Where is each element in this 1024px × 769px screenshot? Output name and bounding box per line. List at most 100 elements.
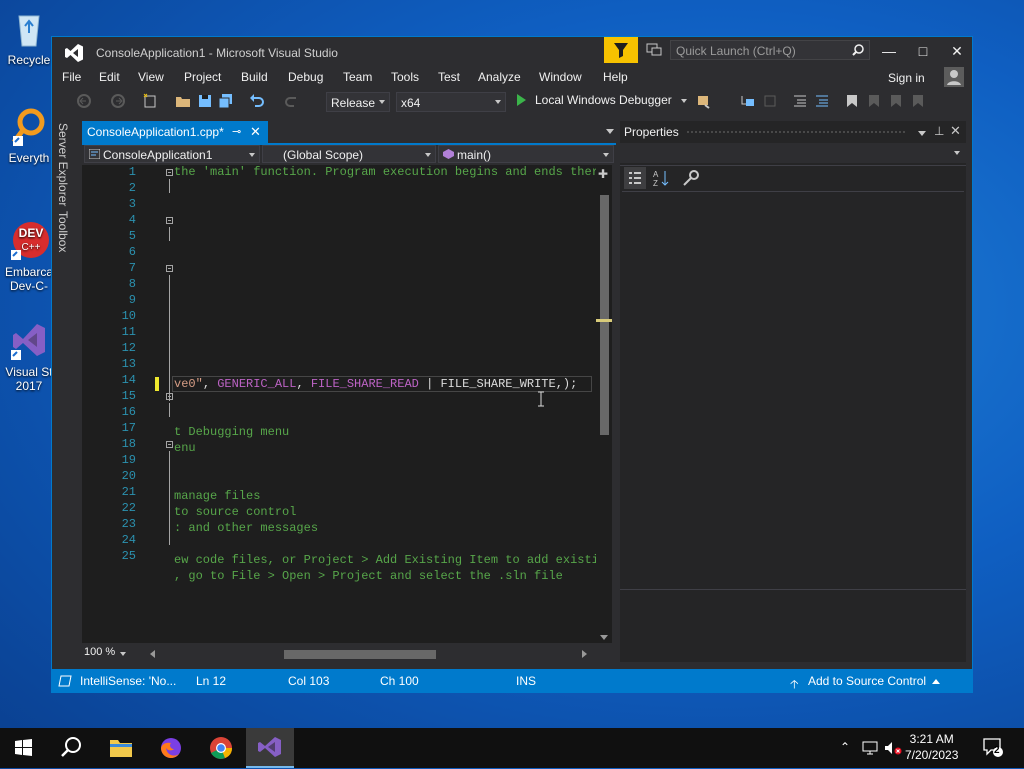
- close-button[interactable]: ✕: [940, 39, 974, 63]
- menu-project[interactable]: Project: [184, 70, 221, 84]
- status-bar: IntelliSense: 'No... Ln 12 Col 103 Ch 10…: [52, 669, 972, 693]
- new-project-icon[interactable]: [142, 93, 158, 109]
- quick-launch-input[interactable]: Quick Launch (Ctrl+Q): [670, 40, 870, 60]
- file-explorer-icon[interactable]: [98, 728, 144, 768]
- redo-icon[interactable]: [284, 93, 300, 109]
- scroll-marker: [596, 319, 612, 322]
- show-hidden-icons-chevron-icon[interactable]: ⌃: [840, 740, 850, 754]
- split-window-icon[interactable]: ✚: [598, 167, 608, 181]
- editor-vertical-scrollbar[interactable]: ✚: [596, 165, 612, 643]
- start-debugging-button[interactable]: Local Windows Debugger: [517, 93, 688, 107]
- solution-platform-select[interactable]: x64: [396, 92, 506, 112]
- tab-list-dropdown-icon[interactable]: [606, 129, 614, 134]
- clock-date: 7/20/2023: [905, 748, 959, 762]
- search-icon: [852, 44, 864, 56]
- scroll-down-icon[interactable]: [600, 635, 608, 640]
- solution-configuration-select[interactable]: Release: [326, 92, 390, 112]
- global-scope-select[interactable]: (Global Scope): [262, 145, 436, 163]
- desktop-icon-recycle-bin[interactable]: Recycle: [0, 8, 58, 67]
- code-macro: GENERIC_ALL: [217, 377, 297, 391]
- navigate-back-icon[interactable]: [76, 93, 92, 109]
- taskbar-visual-studio-active[interactable]: [246, 728, 294, 768]
- panel-dropdown-icon[interactable]: [918, 131, 926, 136]
- system-clock[interactable]: 3:21 AM 7/20/2023: [905, 731, 958, 763]
- project-scope-select[interactable]: ConsoleApplication1: [84, 145, 260, 163]
- panel-close-icon[interactable]: ✕: [950, 123, 961, 139]
- search-icon[interactable]: [48, 728, 94, 768]
- desktop-icon-everything[interactable]: Everyth: [0, 106, 58, 165]
- bookmark-icon[interactable]: [844, 93, 860, 109]
- intellisense-status[interactable]: IntelliSense: 'No...: [80, 674, 176, 688]
- sign-in-link[interactable]: Sign in: [888, 71, 925, 85]
- menu-tools[interactable]: Tools: [391, 70, 419, 84]
- menu-team[interactable]: Team: [343, 70, 372, 84]
- maximize-button[interactable]: □: [906, 39, 940, 63]
- action-center-icon[interactable]: 2: [982, 736, 1004, 758]
- code-line-1: the 'main' function. Program execution b…: [174, 165, 596, 179]
- char-indicator: Ch 100: [380, 674, 419, 688]
- code-string: ve0": [174, 377, 203, 391]
- categorized-icon[interactable]: [624, 167, 646, 189]
- undo-icon[interactable]: [249, 93, 265, 109]
- comment-out-icon[interactable]: [792, 93, 808, 109]
- firefox-icon[interactable]: [148, 728, 194, 768]
- navigate-forward-icon[interactable]: [110, 93, 126, 109]
- properties-object-select[interactable]: [620, 143, 966, 163]
- tab-consoleapplication1-cpp[interactable]: ConsoleApplication1.cpp* ⊸ ✕: [82, 121, 268, 143]
- save-icon[interactable]: [197, 93, 213, 109]
- title-bar[interactable]: ConsoleApplication1 - Microsoft Visual S…: [52, 37, 972, 67]
- vs-logo-icon: [65, 44, 83, 62]
- server-explorer-tab[interactable]: Server Explorer: [56, 123, 70, 206]
- desktop-icon-dev-cpp[interactable]: DEV C++ Embarca Dev-C-: [0, 206, 58, 293]
- menu-debug[interactable]: Debug: [288, 70, 323, 84]
- pin-icon[interactable]: ⊥: [934, 124, 944, 138]
- open-file-icon[interactable]: [175, 93, 191, 109]
- dev-cpp-icon: DEV C++: [11, 222, 49, 260]
- pin-icon[interactable]: ⊸: [232, 125, 241, 138]
- send-feedback-icon[interactable]: [646, 42, 662, 58]
- alphabetical-icon[interactable]: AZ: [650, 167, 672, 189]
- recycle-bin-icon: [18, 15, 40, 47]
- menu-window[interactable]: Window: [539, 70, 582, 84]
- window-title: ConsoleApplication1 - Microsoft Visual S…: [96, 46, 338, 60]
- tab-close-icon[interactable]: ✕: [250, 124, 261, 140]
- menu-help[interactable]: Help: [603, 70, 628, 84]
- scroll-right-icon[interactable]: [582, 650, 587, 658]
- scroll-left-icon[interactable]: [150, 650, 155, 658]
- taskbar: ⌃ 3:21 AM 7/20/2023 2: [0, 728, 1024, 768]
- bookmark-prev-icon[interactable]: [866, 93, 882, 109]
- toolbox-tab[interactable]: Toolbox: [56, 211, 70, 252]
- minimize-button[interactable]: —: [872, 39, 906, 63]
- menu-view[interactable]: View: [138, 70, 164, 84]
- code-line-12: ve0", GENERIC_ALL, FILE_SHARE_READ | FIL…: [174, 377, 577, 391]
- zoom-select[interactable]: 100 %: [84, 646, 142, 662]
- menu-test[interactable]: Test: [438, 70, 460, 84]
- scrollbar-thumb[interactable]: [600, 195, 609, 435]
- panel-grip[interactable]: [686, 130, 906, 135]
- find-in-files-icon[interactable]: [696, 93, 712, 109]
- step-icon[interactable]: [740, 93, 756, 109]
- horizontal-scrollbar-thumb[interactable]: [284, 650, 436, 659]
- network-icon[interactable]: [862, 740, 878, 756]
- bookmark-clear-icon[interactable]: [910, 93, 926, 109]
- feedback-filter-icon[interactable]: [604, 37, 638, 63]
- menu-edit[interactable]: Edit: [99, 70, 120, 84]
- menu-file[interactable]: File: [62, 70, 81, 84]
- zoom-value: 100 %: [84, 646, 116, 658]
- property-pages-icon[interactable]: [680, 167, 702, 189]
- save-all-icon[interactable]: [218, 93, 234, 109]
- account-icon[interactable]: [944, 67, 964, 87]
- disabled-tool-icon[interactable]: [762, 93, 778, 109]
- volume-muted-icon[interactable]: [884, 740, 902, 756]
- add-to-source-control-button[interactable]: Add to Source Control: [808, 674, 926, 688]
- menu-build[interactable]: Build: [241, 70, 268, 84]
- bookmark-next-icon[interactable]: [888, 93, 904, 109]
- uncomment-icon[interactable]: [814, 93, 830, 109]
- debugger-label: Local Windows Debugger: [535, 93, 672, 107]
- menu-analyze[interactable]: Analyze: [478, 70, 521, 84]
- start-windows-icon[interactable]: [0, 728, 46, 768]
- side-tool-strip: Server Explorer Toolbox: [52, 119, 76, 659]
- chrome-icon[interactable]: [198, 728, 244, 768]
- member-select[interactable]: main(): [438, 145, 614, 163]
- desktop-icon-visual-studio[interactable]: Visual St 2017: [0, 306, 58, 393]
